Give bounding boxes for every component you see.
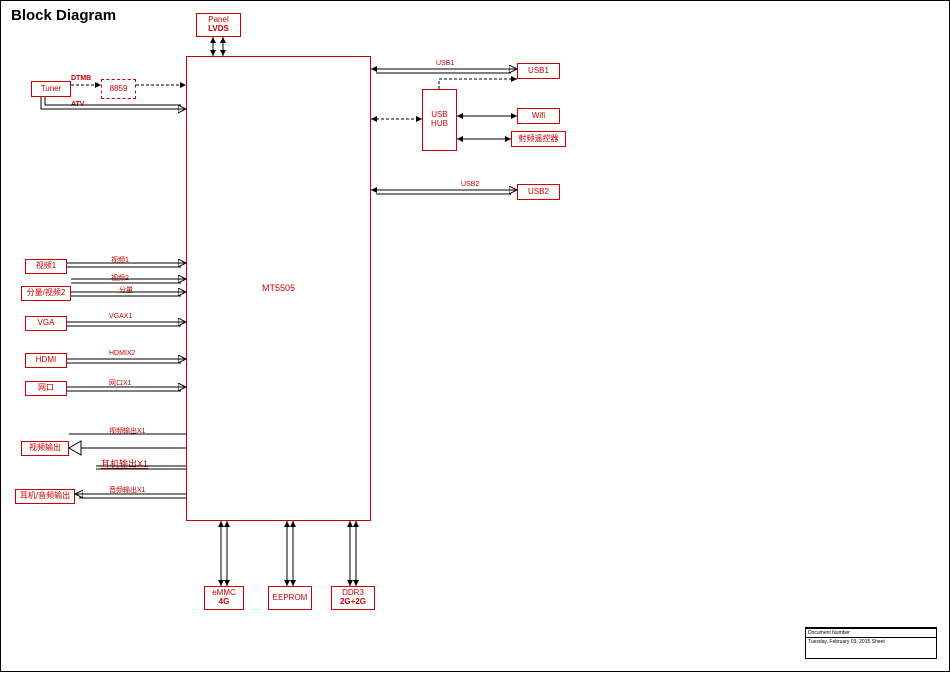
- arrows-layer: [1, 1, 950, 673]
